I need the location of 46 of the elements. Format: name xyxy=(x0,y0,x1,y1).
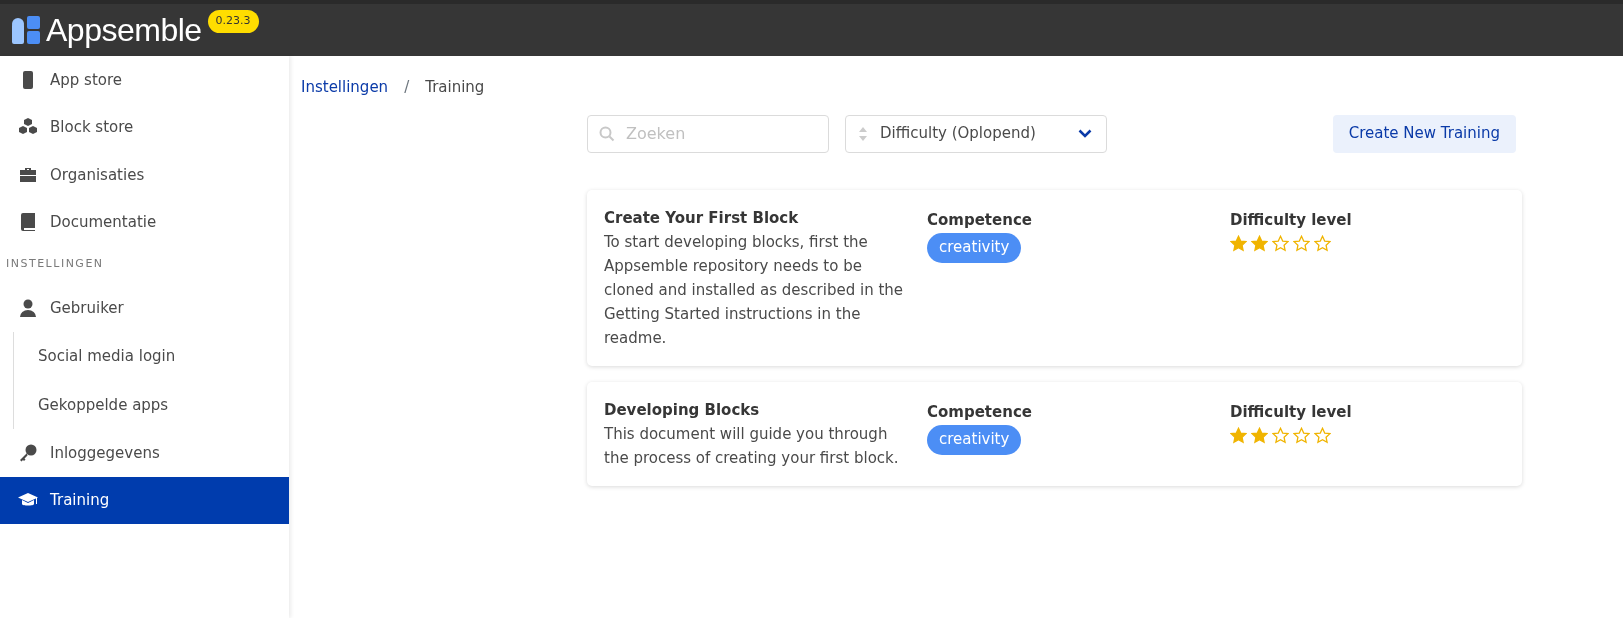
filled-star-icon xyxy=(1230,427,1247,444)
logo-icon xyxy=(12,16,40,44)
competence-tag: creativity xyxy=(927,233,1022,263)
sort-icon xyxy=(858,125,868,142)
competence-label: Competence xyxy=(927,401,1033,423)
empty-star-icon xyxy=(1272,427,1289,444)
empty-star-icon xyxy=(1293,427,1310,444)
sidebar-subitem[interactable]: Gekoppelde apps xyxy=(14,380,289,429)
version-badge: 0.23.3 xyxy=(207,10,259,33)
training-card[interactable]: Developing Blocks This document will guide you through the process of creating your first block. Competence creativity Difficulty level xyxy=(587,381,1522,486)
section-heading: INSTELLINGEN xyxy=(5,256,105,272)
training-card[interactable] xyxy=(587,189,1522,366)
book-icon xyxy=(18,212,38,233)
sidebar-item[interactable]: Documentatie xyxy=(0,198,289,246)
training-title: Developing Blocks xyxy=(604,399,761,421)
filled-star-icon xyxy=(1251,427,1268,444)
empty-star-icon xyxy=(1293,235,1310,252)
empty-star-icon xyxy=(1314,427,1331,444)
sidebar-item[interactable]: App store xyxy=(0,56,289,104)
sidebar-subitem[interactable]: Social media login xyxy=(14,332,289,381)
sidebar-item[interactable]: Gebruiker xyxy=(0,284,289,332)
sidebar-item[interactable]: Training xyxy=(0,476,289,524)
competence-tag: creativity xyxy=(927,425,1022,455)
key-icon xyxy=(18,442,38,463)
search-field[interactable]: Zoeken xyxy=(587,114,829,153)
empty-star-icon xyxy=(1314,235,1331,252)
difficulty-label: Difficulty level xyxy=(1230,209,1353,231)
training-description: To start developing blocks, first the Appsemble repository needs to be cloned and installed as described in the Getting Started instructions in the readme. xyxy=(604,231,905,349)
create-training-button[interactable]: Create New Training xyxy=(1332,114,1516,153)
breadcrumb-link[interactable]: Instellingen xyxy=(301,76,389,99)
app-name: Appsemble xyxy=(46,11,202,50)
sidebar-item[interactable]: Block store xyxy=(0,103,289,151)
filled-star-icon xyxy=(1230,235,1247,252)
training-title: Create Your First Block xyxy=(604,207,800,229)
chevron-down-icon xyxy=(1078,129,1092,138)
sidebar-item[interactable]: Inloggegevens xyxy=(0,429,289,477)
user-icon xyxy=(18,298,38,319)
competence-label: Competence xyxy=(927,209,1033,231)
training-description: This document will guide you through the process of creating your first block. xyxy=(604,423,900,469)
sidebar-item[interactable]: Organisaties xyxy=(0,151,289,199)
filled-star-icon xyxy=(1251,235,1268,252)
sort-dropdown[interactable]: Difficulty (Oplopend) xyxy=(845,114,1107,153)
breadcrumb-current: Training xyxy=(425,77,485,98)
difficulty-label: Difficulty level xyxy=(1230,401,1353,423)
breadcrumb-separator: / xyxy=(404,77,410,98)
empty-star-icon xyxy=(1272,235,1289,252)
